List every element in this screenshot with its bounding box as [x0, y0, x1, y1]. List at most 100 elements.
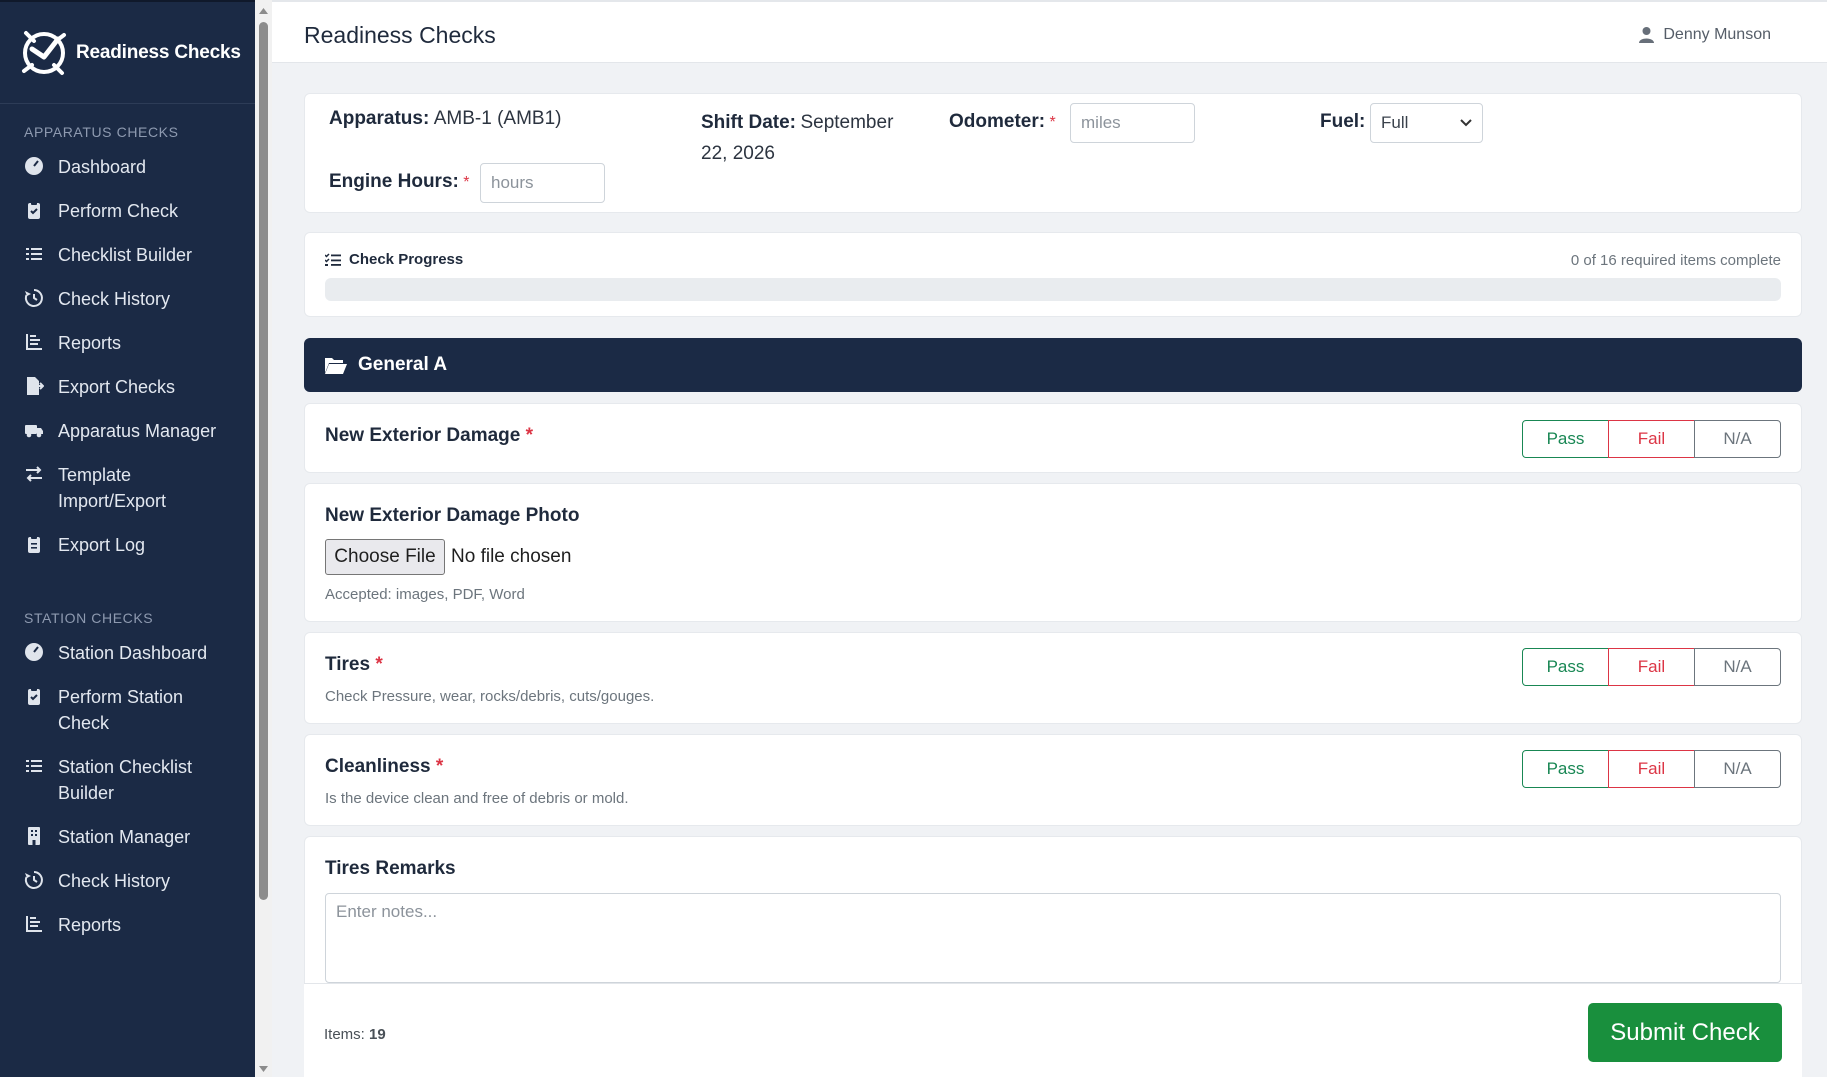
page-title: Readiness Checks [304, 22, 496, 48]
item-title: Cleanliness * [325, 756, 443, 778]
engine-hours-label-group: Engine Hours: * [329, 171, 470, 193]
progress-title: Check Progress [325, 251, 463, 268]
items-count: Items: 19 [324, 1026, 386, 1043]
item-title-text: Cleanliness [325, 756, 431, 777]
station-nav: Station Dashboard Perform Station Check … [0, 640, 255, 938]
sidebar-item-checklist-builder[interactable]: Checklist Builder [0, 242, 255, 268]
sidebar-item-label: Reports [58, 915, 122, 935]
sidebar-item-label: Perform Check [58, 201, 179, 221]
scroll-thumb[interactable] [259, 22, 268, 900]
fuel-select[interactable]: Full [1370, 103, 1483, 143]
progress-count: 0 of 16 required items complete [1570, 252, 1781, 269]
submit-check-button[interactable]: Submit Check [1588, 1003, 1782, 1062]
sidebar: Readiness Checks APPARATUS CHECKS Dashbo… [0, 0, 255, 1077]
fail-button[interactable]: Fail [1608, 648, 1695, 686]
pass-fail-na-group: Pass Fail N/A [1522, 750, 1781, 788]
item-description: Is the device clean and free of debris o… [325, 790, 629, 807]
fuel-label-group: Fuel: [1320, 111, 1365, 133]
sidebar-item-station-dashboard[interactable]: Station Dashboard [0, 640, 255, 666]
fail-button[interactable]: Fail [1608, 420, 1695, 458]
brand-name: Readiness Checks [76, 41, 241, 63]
gauge-icon [24, 156, 44, 176]
item-title-text: Tires [325, 654, 371, 675]
item-title-text: New Exterior Damage [325, 425, 521, 446]
pass-button[interactable]: Pass [1522, 648, 1609, 686]
check-item-exterior-damage: New Exterior Damage * Pass Fail N/A [304, 403, 1802, 473]
sidebar-item-label: Station Checklist Builder [58, 757, 193, 803]
sidebar-item-label: Station Manager [58, 827, 191, 847]
sidebar-item-dashboard[interactable]: Dashboard [0, 154, 255, 180]
list-check-icon [325, 252, 341, 266]
sidebar-item-export-log[interactable]: Export Log [0, 532, 255, 558]
pass-button[interactable]: Pass [1522, 750, 1609, 788]
required-mark: * [1049, 114, 1056, 131]
sidebar-item-station-check-history[interactable]: Check History [0, 868, 255, 894]
scroll-down-arrow-icon[interactable] [255, 1060, 272, 1077]
na-button[interactable]: N/A [1694, 750, 1781, 788]
apparatus-section-label: APPARATUS CHECKS [24, 124, 179, 140]
sidebar-scrollbar[interactable] [255, 0, 272, 1077]
sidebar-item-label: Checklist Builder [58, 245, 193, 265]
user-menu[interactable]: Denny Munson [1639, 26, 1771, 44]
fuel-label: Fuel: [1320, 111, 1366, 132]
fail-button[interactable]: Fail [1608, 750, 1695, 788]
shift-date-value-line2: 22, 2026 [701, 143, 775, 164]
choose-file-button[interactable]: Choose File [325, 539, 445, 575]
sidebar-item-template-import-export[interactable]: Template Import/Export [0, 462, 255, 514]
required-mark: * [463, 174, 470, 191]
items-count-label: Items: [324, 1026, 365, 1043]
fuel-select-value: Full [1381, 113, 1409, 132]
shift-date-value-line1: September [800, 112, 894, 133]
sidebar-item-label: Perform Station Check [58, 687, 184, 733]
clipboard-list-icon [24, 534, 44, 554]
sidebar-item-label: Check History [58, 871, 171, 891]
footer-bar: Items: 19 Submit Check [304, 983, 1802, 1077]
apparatus-label: Apparatus: [329, 108, 430, 129]
scroll-up-arrow-icon[interactable] [255, 2, 272, 19]
sidebar-item-station-checklist-builder[interactable]: Station Checklist Builder [0, 754, 255, 806]
engine-hours-label: Engine Hours: [329, 171, 459, 192]
engine-hours-input[interactable]: hours [480, 163, 605, 203]
item-title: New Exterior Damage * [325, 425, 533, 447]
odometer-input[interactable]: miles [1070, 103, 1195, 143]
section-header[interactable]: General A [304, 338, 1802, 392]
folder-open-icon [325, 358, 347, 374]
apparatus-info-card: Apparatus: AMB-1 (AMB1) Shift Date: Sept… [304, 93, 1802, 213]
item-title: Tires Remarks [325, 858, 456, 879]
history-icon [24, 288, 44, 308]
exchange-icon [24, 464, 44, 484]
na-button[interactable]: N/A [1694, 648, 1781, 686]
sidebar-item-check-history[interactable]: Check History [0, 286, 255, 312]
pass-fail-na-group: Pass Fail N/A [1522, 420, 1781, 458]
items-count-value: 19 [369, 1026, 386, 1043]
sidebar-item-station-manager[interactable]: Station Manager [0, 824, 255, 850]
sidebar-item-apparatus-manager[interactable]: Apparatus Manager [0, 418, 255, 444]
sidebar-item-perform-station-check[interactable]: Perform Station Check [0, 684, 255, 736]
na-button[interactable]: N/A [1694, 420, 1781, 458]
remarks-textarea[interactable]: Enter notes... [325, 893, 1781, 983]
file-status: No file chosen [451, 546, 572, 567]
accepted-types: Accepted: images, PDF, Word [325, 586, 525, 603]
user-icon [1639, 27, 1655, 43]
sidebar-item-label: Export Checks [58, 377, 176, 397]
sidebar-item-station-reports[interactable]: Reports [0, 912, 255, 938]
sidebar-item-reports[interactable]: Reports [0, 330, 255, 356]
apparatus-field: Apparatus: AMB-1 (AMB1) [329, 108, 562, 130]
topbar: Readiness Checks Denny Munson [272, 0, 1827, 63]
check-item-tires: Tires * Check Pressure, wear, rocks/debr… [304, 632, 1802, 724]
file-export-icon [24, 376, 45, 396]
chevron-down-icon [1460, 119, 1472, 127]
sidebar-item-perform-check[interactable]: Perform Check [0, 198, 255, 224]
section-title: General A [358, 354, 448, 375]
gauge-icon [24, 642, 44, 662]
pass-button[interactable]: Pass [1522, 420, 1609, 458]
shift-date-field: Shift Date: September 22, 2026 [701, 108, 893, 170]
progress-title-text: Check Progress [349, 251, 464, 268]
brand[interactable]: Readiness Checks [0, 2, 255, 104]
required-mark: * [435, 756, 444, 777]
sidebar-item-export-checks[interactable]: Export Checks [0, 374, 255, 400]
odometer-label-group: Odometer: * [949, 111, 1056, 133]
progress-bar [325, 278, 1781, 301]
apparatus-nav: Dashboard Perform Check Checklist Builde… [0, 154, 255, 558]
sidebar-item-label: Reports [58, 333, 122, 353]
